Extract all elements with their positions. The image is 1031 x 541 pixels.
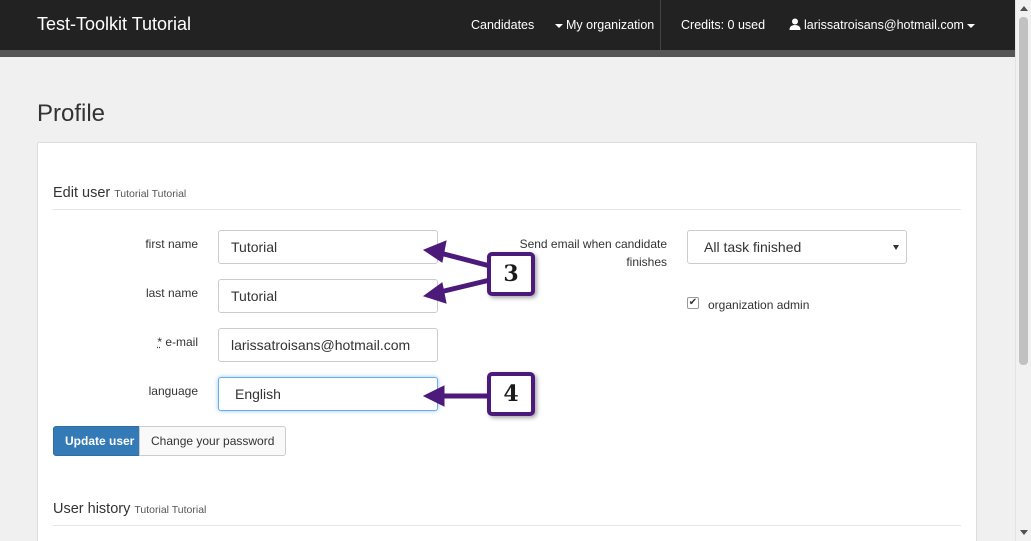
user-history-heading-text: User history [53, 501, 131, 517]
email-field[interactable]: larissatroisans@hotmail.com [218, 328, 438, 362]
send-email-select[interactable]: All task finished [687, 230, 907, 264]
language-label: language [148, 384, 198, 398]
last-name-field[interactable]: Tutorial [218, 279, 438, 313]
last-name-label: last name [145, 286, 198, 300]
scroll-down-arrow-icon[interactable] [1020, 530, 1028, 535]
section-divider [53, 525, 961, 526]
organization-admin-label: organization admin [708, 298, 810, 312]
required-mark: * [157, 335, 162, 349]
section-divider [53, 209, 961, 210]
nav-user-menu[interactable]: larissatroisans@hotmail.com [789, 18, 978, 32]
brand-link[interactable]: Test-Toolkit Tutorial [37, 14, 191, 35]
organization-admin-checkbox[interactable]: ✔ [687, 297, 699, 309]
top-navbar: Test-Toolkit Tutorial Candidates My orga… [0, 0, 1015, 50]
navbar-bottom-stripe [0, 50, 1015, 57]
user-icon [789, 18, 801, 30]
scrollbar-thumb[interactable] [1019, 17, 1028, 365]
page-title: Profile [37, 100, 106, 127]
callout-badge-3: 3 [487, 252, 535, 296]
first-name-field[interactable]: Tutorial [218, 230, 438, 264]
user-history-heading-sub: Tutorial Tutorial [134, 504, 207, 516]
send-email-label-line1: Send email when candidate [519, 237, 667, 251]
send-email-select-value: All task finished [704, 239, 802, 255]
nav-my-organization-label: My organization [566, 18, 655, 32]
select-arrow-icon [893, 245, 899, 250]
edit-user-heading-sub: Tutorial Tutorial [114, 188, 187, 200]
caret-down-icon [555, 23, 563, 28]
language-select[interactable]: English [218, 377, 438, 411]
user-history-heading: User history Tutorial Tutorial [53, 501, 206, 517]
email-label-text: e-mail [165, 335, 198, 349]
update-user-button[interactable]: Update user [53, 426, 147, 456]
first-name-label: first name [145, 237, 198, 251]
nav-user-email: larissatroisans@hotmail.com [804, 18, 964, 32]
vertical-scrollbar[interactable] [1015, 0, 1031, 541]
change-password-button[interactable]: Change your password [139, 426, 287, 456]
callout-badge-4: 4 [487, 372, 535, 416]
email-label: * e-mail [100, 333, 198, 351]
caret-down-icon [966, 23, 975, 28]
nav-credits: Credits: 0 used [681, 18, 766, 32]
scroll-up-arrow-icon[interactable] [1020, 6, 1028, 11]
edit-user-heading-text: Edit user [53, 185, 111, 201]
edit-user-heading: Edit user Tutorial Tutorial [53, 185, 186, 201]
nav-my-organization[interactable]: My organization [552, 18, 654, 32]
nav-candidates[interactable]: Candidates [471, 18, 534, 32]
nav-divider [660, 0, 661, 50]
